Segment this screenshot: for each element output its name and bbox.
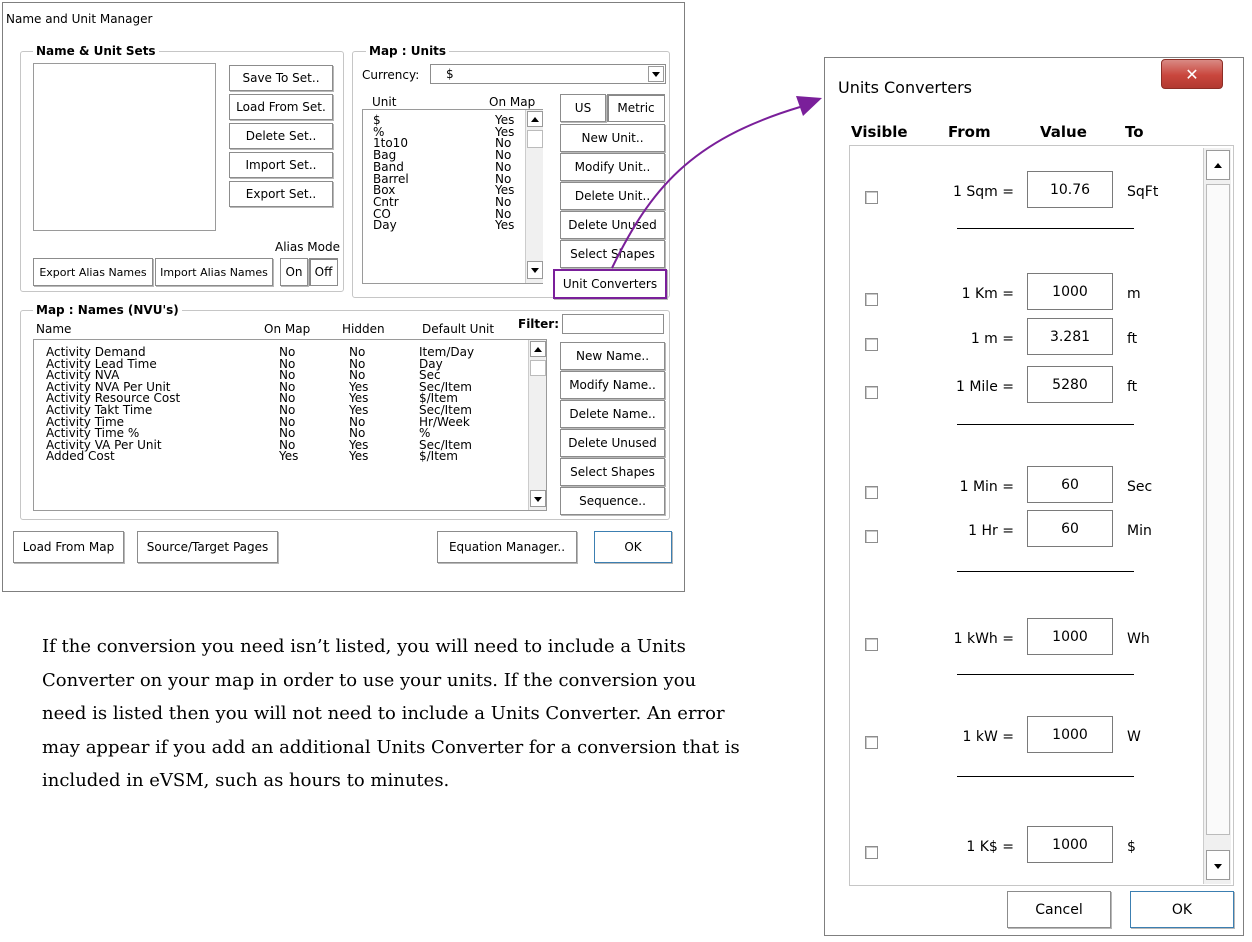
visible-checkbox[interactable]: [865, 486, 878, 499]
uc-scroll-up-button[interactable]: [1206, 150, 1230, 180]
uc-col-visible: Visible: [851, 123, 908, 141]
converter-to-label: SqFt: [1127, 184, 1159, 200]
converter-from-label: 1 K$ =: [966, 839, 1014, 855]
converter-to-label: ft: [1127, 331, 1138, 347]
converter-to-label: ft: [1127, 379, 1138, 395]
converter-value-input[interactable]: 1000: [1027, 273, 1113, 310]
converter-value-input[interactable]: 60: [1027, 466, 1113, 503]
converter-to-label: Min: [1127, 523, 1152, 539]
converter-from-label: 1 Sqm =: [953, 184, 1014, 200]
converter-to-label: $: [1127, 839, 1136, 855]
chevron-down-icon: [1214, 864, 1222, 869]
uc-scrollbar[interactable]: [1203, 148, 1231, 884]
converter-value-input[interactable]: 1000: [1027, 826, 1113, 863]
converter-from-label: 1 Km =: [961, 286, 1014, 302]
visible-checkbox[interactable]: [865, 530, 878, 543]
visible-checkbox[interactable]: [865, 191, 878, 204]
uc-col-to: To: [1125, 123, 1144, 141]
uc-col-from: From: [948, 123, 991, 141]
uc-close-button[interactable]: ✕: [1161, 59, 1223, 89]
uc-divider: [957, 674, 1134, 675]
uc-scroll-thumb[interactable]: [1206, 184, 1230, 835]
converter-value-input[interactable]: 10.76: [1027, 171, 1113, 208]
visible-checkbox[interactable]: [865, 293, 878, 306]
converter-from-label: 1 Mile =: [955, 379, 1014, 395]
close-icon: ✕: [1185, 64, 1199, 84]
converter-to-label: W: [1127, 729, 1141, 745]
uc-divider: [957, 424, 1134, 425]
uc-divider: [957, 228, 1134, 229]
converter-from-label: 1 kWh =: [953, 631, 1014, 647]
uc-scroll-down-button[interactable]: [1206, 850, 1230, 880]
converter-value-input[interactable]: 60: [1027, 510, 1113, 547]
uc-divider: [957, 571, 1134, 572]
converter-value-input[interactable]: 5280: [1027, 366, 1113, 403]
visible-checkbox[interactable]: [865, 736, 878, 749]
chevron-up-icon: [1214, 163, 1222, 168]
converter-value-input[interactable]: 1000: [1027, 716, 1113, 753]
uc-col-value: Value: [1040, 123, 1087, 141]
uc-dialog-title: Units Converters: [838, 78, 973, 97]
converter-from-label: 1 Min =: [959, 479, 1014, 495]
converter-to-label: Sec: [1127, 479, 1153, 495]
arrow-curve: [611, 106, 801, 269]
visible-checkbox[interactable]: [865, 638, 878, 651]
converter-from-label: 1 m =: [970, 331, 1014, 347]
uc-ok-button[interactable]: OK: [1130, 891, 1234, 928]
converter-from-label: 1 Hr =: [968, 523, 1014, 539]
visible-checkbox[interactable]: [865, 338, 878, 351]
uc-cancel-button[interactable]: Cancel: [1007, 891, 1111, 928]
converter-value-input[interactable]: 3.281: [1027, 318, 1113, 355]
converter-to-label: Wh: [1127, 631, 1150, 647]
uc-divider: [957, 776, 1134, 777]
visible-checkbox[interactable]: [865, 386, 878, 399]
converter-value-input[interactable]: 1000: [1027, 618, 1113, 655]
converter-from-label: 1 kW =: [962, 729, 1015, 745]
visible-checkbox[interactable]: [865, 846, 878, 859]
converter-to-label: m: [1127, 286, 1141, 302]
arrow-head-icon: [796, 96, 822, 116]
